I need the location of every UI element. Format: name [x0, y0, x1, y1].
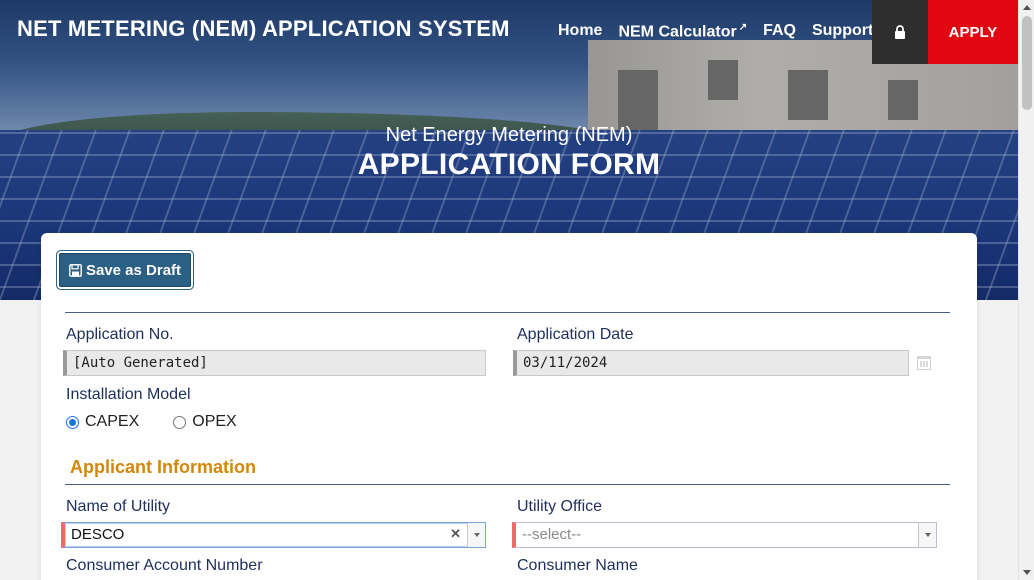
- scroll-up-icon[interactable]: [1023, 5, 1031, 10]
- utility-office-label: Utility Office: [517, 498, 603, 515]
- save-draft-button[interactable]: Save as Draft: [59, 253, 191, 287]
- opex-radio[interactable]: [173, 415, 187, 429]
- divider: [65, 484, 950, 485]
- chevron-down-icon[interactable]: [918, 523, 936, 547]
- nav-nem-calculator-label: NEM Calculator: [618, 23, 737, 41]
- save-icon: [69, 263, 82, 277]
- hero-subtitle: Net Energy Metering (NEM): [385, 124, 633, 146]
- applicant-information-heading: Applicant Information: [70, 457, 256, 477]
- login-button[interactable]: [872, 0, 928, 64]
- installation-model-label: Installation Model: [66, 386, 191, 403]
- capex-radio[interactable]: [66, 415, 79, 429]
- utility-office-placeholder: --select--: [522, 526, 582, 543]
- hero-title: APPLICATION FORM: [357, 148, 661, 181]
- utility-select[interactable]: DESCO ✕: [61, 522, 486, 548]
- consumer-name-label: Consumer Name: [517, 557, 638, 574]
- save-draft-label: Save as Draft: [85, 261, 182, 279]
- clear-icon[interactable]: ✕: [450, 526, 461, 542]
- scrollbar-thumb[interactable]: [1022, 16, 1032, 110]
- installation-model-options: CAPEX OPEX: [66, 413, 237, 431]
- scroll-down-icon[interactable]: [1023, 570, 1031, 575]
- application-no-field: [Auto Generated]: [63, 350, 486, 376]
- nav-faq[interactable]: FAQ: [763, 22, 796, 41]
- chevron-down-icon[interactable]: [467, 523, 485, 547]
- external-link-icon: ↗: [738, 22, 748, 33]
- opex-radio-label[interactable]: OPEX: [192, 413, 236, 431]
- utility-office-select[interactable]: --select--: [512, 522, 937, 548]
- utility-label: Name of Utility: [66, 498, 171, 515]
- nav-nem-calculator[interactable]: NEM Calculator ↗: [618, 22, 747, 41]
- calendar-icon[interactable]: [917, 356, 931, 370]
- consumer-account-label: Consumer Account Number: [66, 557, 263, 574]
- application-date-field: 03/11/2024: [513, 350, 909, 376]
- application-date-label: Application Date: [517, 326, 634, 343]
- application-no-label: Application No.: [66, 326, 174, 343]
- apply-button[interactable]: APPLY: [928, 0, 1018, 64]
- divider: [65, 312, 950, 313]
- lock-icon: [895, 25, 905, 39]
- capex-radio-label[interactable]: CAPEX: [85, 413, 139, 431]
- top-nav: Home NEM Calculator ↗ FAQ Support: [558, 22, 873, 41]
- site-brand[interactable]: NET METERING (NEM) APPLICATION SYSTEM: [17, 16, 510, 42]
- nav-home[interactable]: Home: [558, 22, 602, 41]
- application-form-card: Save as Draft Application No. [Auto Gene…: [41, 233, 977, 580]
- utility-select-value: DESCO: [71, 526, 125, 543]
- page-scrollbar[interactable]: [1018, 0, 1034, 580]
- nav-support[interactable]: Support: [812, 22, 873, 41]
